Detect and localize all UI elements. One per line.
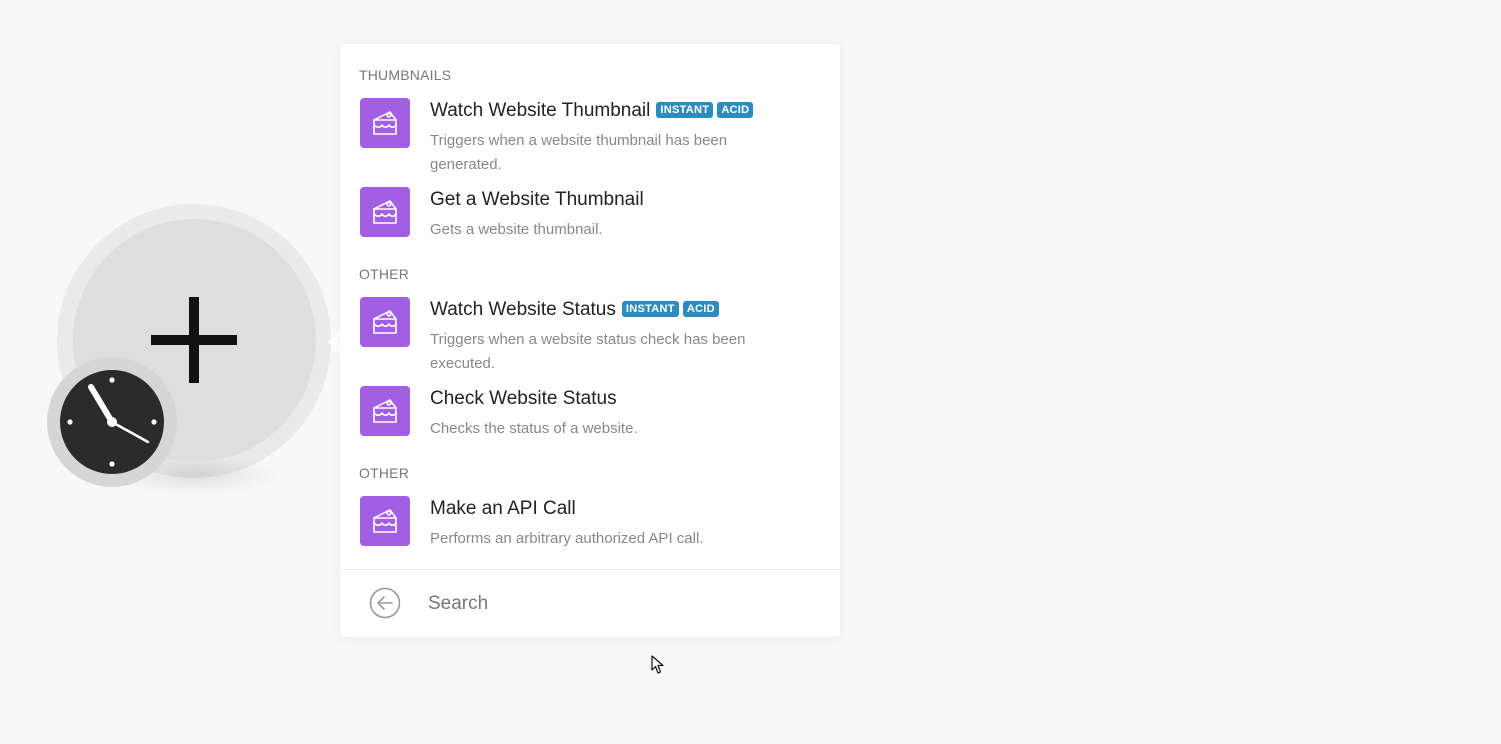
item-title-text: Watch Website Thumbnail <box>430 100 651 121</box>
list-item-check-website-status[interactable]: Check Website Status Checks the status o… <box>360 386 820 442</box>
item-title: Check Website Status <box>430 388 617 410</box>
item-description: Performs an arbitrary authorized API cal… <box>430 530 704 547</box>
scenario-canvas: THUMBNAILS Watch Website Thumbnail INSTA… <box>0 0 1501 744</box>
module-picker-panel: THUMBNAILS Watch Website Thumbnail INSTA… <box>340 44 840 637</box>
panel-pointer <box>328 330 340 354</box>
item-title-text: Check Website Status <box>430 388 617 409</box>
app-icon <box>360 297 410 347</box>
search-divider <box>340 569 840 570</box>
badge-acid: ACID <box>717 102 754 118</box>
clock-icon <box>60 370 164 474</box>
cake-icon <box>373 509 397 533</box>
mouse-cursor-icon <box>651 655 664 674</box>
search-input[interactable] <box>428 590 808 618</box>
item-title-text: Get a Website Thumbnail <box>430 189 644 210</box>
section-header-other: OTHER <box>359 266 409 282</box>
item-title: Watch Website Status INSTANT ACID <box>430 299 719 321</box>
item-title: Watch Website Thumbnail INSTANT ACID <box>430 100 754 122</box>
item-title: Make an API Call <box>430 498 576 520</box>
app-icon <box>360 386 410 436</box>
section-header-other: OTHER <box>359 465 409 481</box>
item-description: Triggers when a website thumbnail has be… <box>430 132 728 173</box>
app-icon <box>360 98 410 148</box>
item-description: Gets a website thumbnail. <box>430 221 603 238</box>
list-item-watch-website-thumbnail[interactable]: Watch Website Thumbnail INSTANT ACID Tri… <box>360 98 820 178</box>
arrow-left-circle-icon <box>369 587 401 619</box>
item-title: Get a Website Thumbnail <box>430 189 644 211</box>
schedule-badge[interactable] <box>47 357 177 487</box>
badge-acid: ACID <box>682 301 719 317</box>
app-icon <box>360 496 410 546</box>
badge-instant: INSTANT <box>621 301 679 317</box>
list-item-watch-website-status[interactable]: Watch Website Status INSTANT ACID Trigge… <box>360 297 820 377</box>
cake-icon <box>373 111 397 135</box>
list-item-make-api-call[interactable]: Make an API Call Performs an arbitrary a… <box>360 496 820 552</box>
cake-icon <box>373 310 397 334</box>
cake-icon <box>373 399 397 423</box>
item-description: Checks the status of a website. <box>430 420 638 437</box>
badge-instant: INSTANT <box>656 102 714 118</box>
back-button[interactable] <box>369 587 401 619</box>
list-item-get-website-thumbnail[interactable]: Get a Website Thumbnail Gets a website t… <box>360 187 820 243</box>
item-description: Triggers when a website status check has… <box>430 331 746 372</box>
item-title-text: Watch Website Status <box>430 299 616 320</box>
app-icon <box>360 187 410 237</box>
item-title-text: Make an API Call <box>430 498 576 519</box>
section-header-thumbnails: THUMBNAILS <box>359 67 452 83</box>
cake-icon <box>373 200 397 224</box>
